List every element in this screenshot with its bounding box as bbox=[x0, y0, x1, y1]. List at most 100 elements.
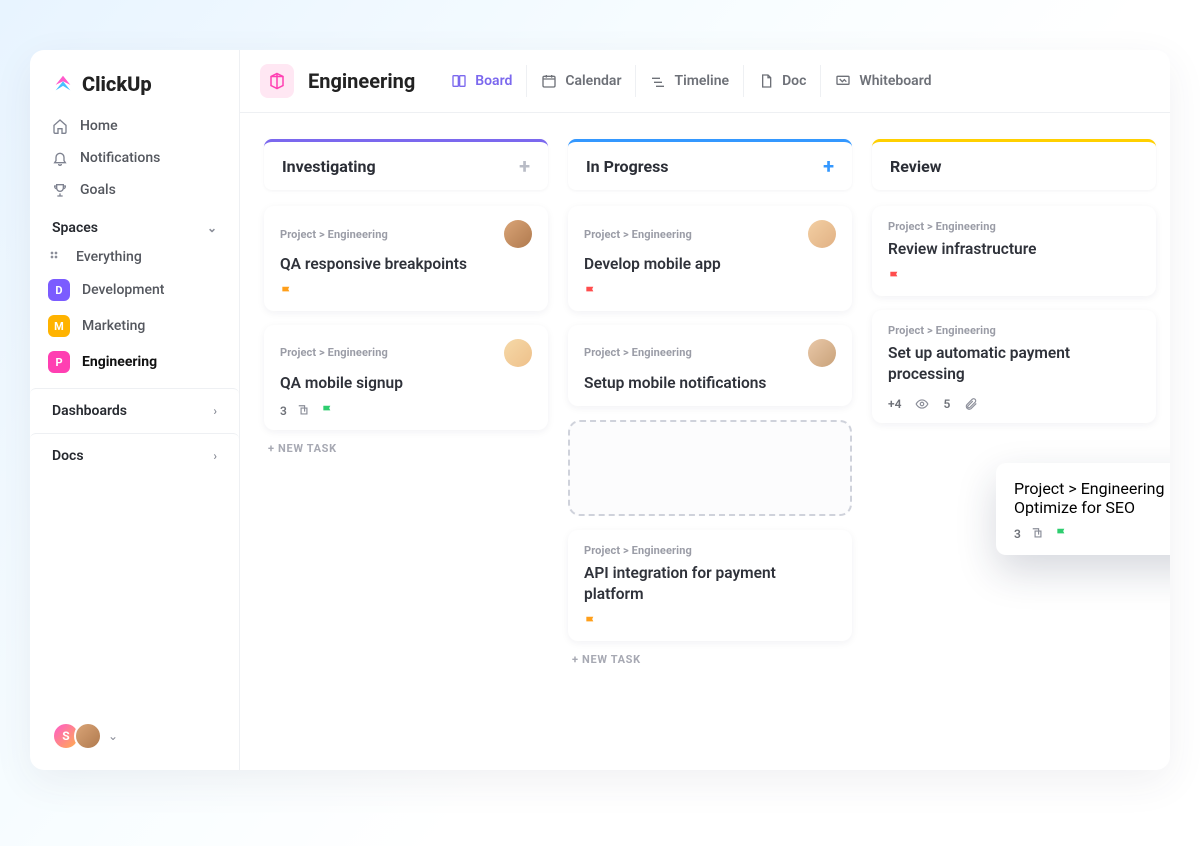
space-development[interactable]: D Development bbox=[30, 272, 239, 308]
dragging-card[interactable]: Project > Engineering Optimize for SEO 3 bbox=[996, 463, 1170, 555]
nav-goals[interactable]: Goals bbox=[38, 174, 231, 206]
column-title: In Progress bbox=[586, 157, 669, 176]
view-calendar[interactable]: Calendar bbox=[526, 65, 635, 97]
view-label: Board bbox=[475, 73, 512, 89]
chevron-right-icon: › bbox=[213, 449, 217, 463]
card-title: API integration for payment platform bbox=[584, 563, 836, 605]
card-breadcrumb: Project > Engineering bbox=[888, 324, 996, 337]
assignee-avatar bbox=[504, 220, 532, 248]
space-color-chip: M bbox=[48, 315, 70, 337]
flag-icon bbox=[1055, 527, 1069, 541]
view-board[interactable]: Board bbox=[437, 65, 526, 97]
nav-notifications[interactable]: Notifications bbox=[38, 142, 231, 174]
task-card[interactable]: Project > Engineering Develop mobile app bbox=[568, 206, 852, 311]
add-card-button[interactable]: + bbox=[519, 156, 530, 176]
brand: ClickUp bbox=[30, 50, 239, 110]
card-list: Project > Engineering Develop mobile app… bbox=[568, 206, 852, 641]
flag-icon bbox=[888, 270, 902, 284]
space-color-chip: P bbox=[48, 351, 70, 373]
watchers-icon bbox=[915, 397, 929, 411]
everything-label: Everything bbox=[76, 249, 142, 265]
primary-nav: Home Notifications Goals bbox=[30, 110, 239, 206]
column-title: Investigating bbox=[282, 157, 376, 176]
spaces-header-label: Spaces bbox=[52, 220, 98, 236]
task-card[interactable]: Project > Engineering Review infrastruct… bbox=[872, 206, 1156, 296]
space-engineering[interactable]: P Engineering bbox=[30, 344, 239, 380]
chevron-right-icon: › bbox=[213, 404, 217, 418]
sidebar-docs[interactable]: Docs › bbox=[30, 433, 239, 478]
logo-icon bbox=[52, 73, 74, 95]
view-tabs: Board Calendar Timeline Doc Whiteboard bbox=[437, 65, 945, 97]
card-title: Set up automatic payment processing bbox=[888, 343, 1140, 385]
view-label: Timeline bbox=[674, 73, 729, 89]
app-window: ClickUp Home Notifications Goals Spaces … bbox=[30, 50, 1170, 770]
column-header: In Progress + bbox=[568, 139, 852, 190]
view-timeline[interactable]: Timeline bbox=[635, 65, 743, 97]
assignee-avatar bbox=[808, 220, 836, 248]
subtask-icon bbox=[297, 404, 311, 418]
card-breadcrumb: Project > Engineering bbox=[280, 346, 388, 359]
flag-icon bbox=[280, 285, 294, 299]
task-card[interactable]: Project > Engineering Setup mobile notif… bbox=[568, 325, 852, 406]
view-label: Calendar bbox=[565, 73, 621, 89]
sidebar-item-everything[interactable]: Everything bbox=[30, 242, 239, 272]
add-card-button[interactable]: + bbox=[823, 156, 834, 176]
attachment-count: 5 bbox=[943, 397, 950, 411]
assignee-avatar bbox=[808, 339, 836, 367]
bell-icon bbox=[52, 150, 68, 166]
column-header: Investigating + bbox=[264, 139, 548, 190]
board-column: Investigating + Project > Engineering QA… bbox=[264, 139, 548, 770]
brand-name: ClickUp bbox=[82, 72, 152, 96]
space-marketing[interactable]: M Marketing bbox=[30, 308, 239, 344]
view-label: Whiteboard bbox=[859, 73, 931, 89]
nav-home[interactable]: Home bbox=[38, 110, 231, 142]
task-card[interactable]: Project > Engineering Set up automatic p… bbox=[872, 310, 1156, 423]
card-breadcrumb: Project > Engineering bbox=[584, 346, 692, 359]
docs-label: Docs bbox=[52, 448, 84, 464]
drop-target[interactable] bbox=[568, 420, 852, 516]
new-task-button[interactable]: + NEW TASK bbox=[264, 430, 548, 467]
main-area: Engineering BoardCalendarTimelineDocWhit… bbox=[240, 50, 1170, 770]
nav-label: Goals bbox=[80, 182, 116, 198]
workspace-icon bbox=[260, 64, 294, 98]
nav-label: Notifications bbox=[80, 150, 160, 166]
card-title: Setup mobile notifications bbox=[584, 373, 836, 394]
card-breadcrumb: Project > Engineering bbox=[888, 220, 996, 233]
nav-label: Home bbox=[80, 118, 118, 134]
add-card-button[interactable]: + bbox=[1127, 156, 1138, 176]
card-title: Develop mobile app bbox=[584, 254, 836, 275]
new-task-button[interactable]: + NEW TASK bbox=[568, 641, 852, 678]
dashboards-label: Dashboards bbox=[52, 403, 127, 419]
avatar bbox=[74, 722, 102, 750]
card-list: Project > Engineering QA responsive brea… bbox=[264, 206, 548, 430]
card-title: QA responsive breakpoints bbox=[280, 254, 532, 275]
card-breadcrumb: Project > Engineering bbox=[280, 228, 388, 241]
card-title: Review infrastructure bbox=[888, 239, 1140, 260]
card-breadcrumb: Project > Engineering bbox=[584, 228, 692, 241]
card-breadcrumb: Project > Engineering bbox=[584, 544, 692, 557]
sidebar-dashboards[interactable]: Dashboards › bbox=[30, 388, 239, 433]
chevron-down-icon: ⌄ bbox=[207, 221, 217, 235]
task-card[interactable]: Project > Engineering QA responsive brea… bbox=[264, 206, 548, 311]
view-label: Doc bbox=[782, 73, 806, 89]
kanban-board: Investigating + Project > Engineering QA… bbox=[240, 113, 1170, 770]
watchers-extra: +4 bbox=[888, 397, 901, 411]
view-doc[interactable]: Doc bbox=[743, 65, 820, 97]
task-card[interactable]: Project > Engineering API integration fo… bbox=[568, 530, 852, 641]
card-title: QA mobile signup bbox=[280, 373, 532, 394]
user-switcher[interactable]: S ⌄ bbox=[30, 702, 239, 770]
card-breadcrumb: Project > Engineering bbox=[1014, 479, 1164, 498]
chevron-down-icon: ⌄ bbox=[108, 729, 118, 743]
subtask-count: 3 bbox=[1014, 527, 1021, 541]
card-list: Project > Engineering Review infrastruct… bbox=[872, 206, 1156, 423]
space-color-chip: D bbox=[48, 279, 70, 301]
attachment-icon bbox=[964, 397, 978, 411]
trophy-icon bbox=[52, 182, 68, 198]
spaces-header[interactable]: Spaces ⌄ bbox=[30, 206, 239, 242]
view-whiteboard[interactable]: Whiteboard bbox=[820, 65, 945, 97]
calendar-icon bbox=[541, 73, 557, 89]
topbar: Engineering BoardCalendarTimelineDocWhit… bbox=[240, 50, 1170, 113]
board-column: Review + Project > Engineering Review in… bbox=[872, 139, 1156, 770]
task-card[interactable]: Project > Engineering QA mobile signup3 bbox=[264, 325, 548, 430]
whiteboard-icon bbox=[835, 73, 851, 89]
